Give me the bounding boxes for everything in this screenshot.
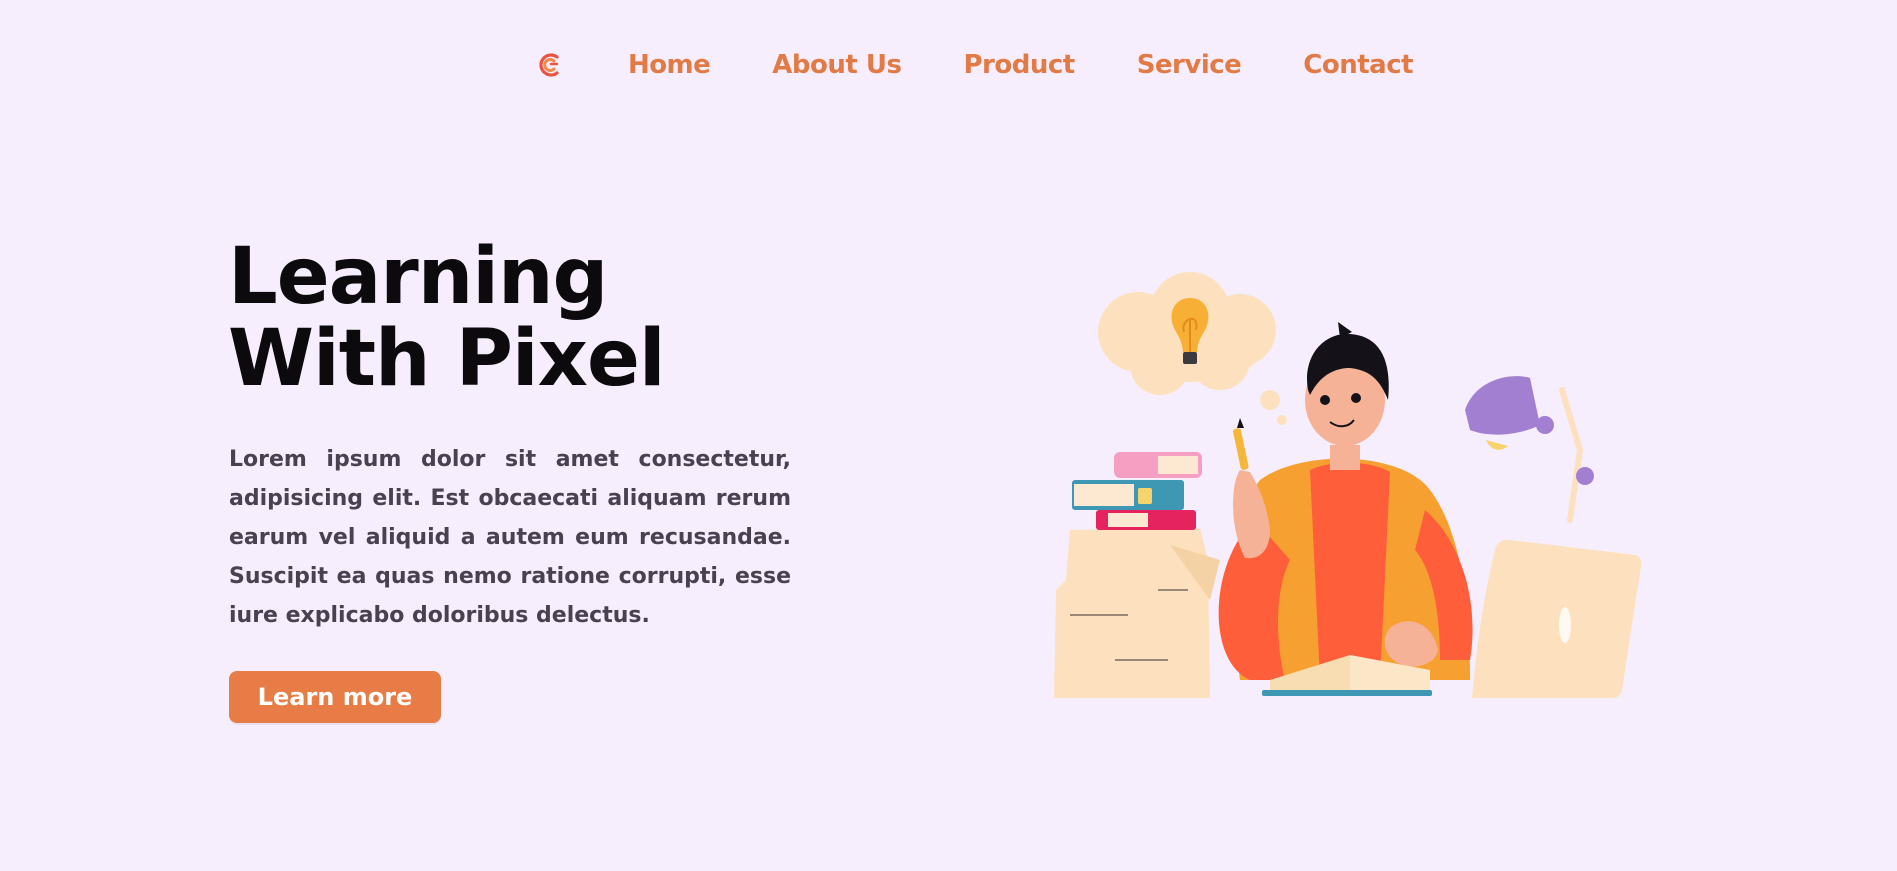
hero-title-line-2: With Pixel bbox=[228, 314, 666, 404]
landing-page: Home About Us Product Service Contact Le… bbox=[0, 0, 1897, 871]
nav-service[interactable]: Service bbox=[1137, 50, 1242, 80]
student-studying-illustration bbox=[1054, 272, 1642, 698]
desk-lamp-icon bbox=[1465, 376, 1594, 523]
books-stack-icon bbox=[1072, 452, 1202, 530]
hero-title: Learning With Pixel bbox=[228, 232, 666, 404]
brand-logo-icon[interactable] bbox=[533, 50, 563, 80]
nav-about-us[interactable]: About Us bbox=[772, 50, 902, 80]
nav-contact[interactable]: Contact bbox=[1303, 50, 1413, 80]
laptop-icon bbox=[1472, 539, 1642, 698]
nav-home[interactable]: Home bbox=[628, 50, 711, 80]
learn-more-button[interactable]: Learn more bbox=[229, 671, 441, 723]
hero-description: Lorem ipsum dolor sit amet consectetur, … bbox=[229, 447, 791, 628]
hero-title-line-1: Learning bbox=[228, 232, 608, 322]
nav-product[interactable]: Product bbox=[963, 50, 1075, 80]
top-nav: Home About Us Product Service Contact bbox=[0, 50, 1897, 80]
student-character-icon bbox=[1218, 322, 1473, 680]
paper-stack-icon bbox=[1054, 528, 1220, 698]
